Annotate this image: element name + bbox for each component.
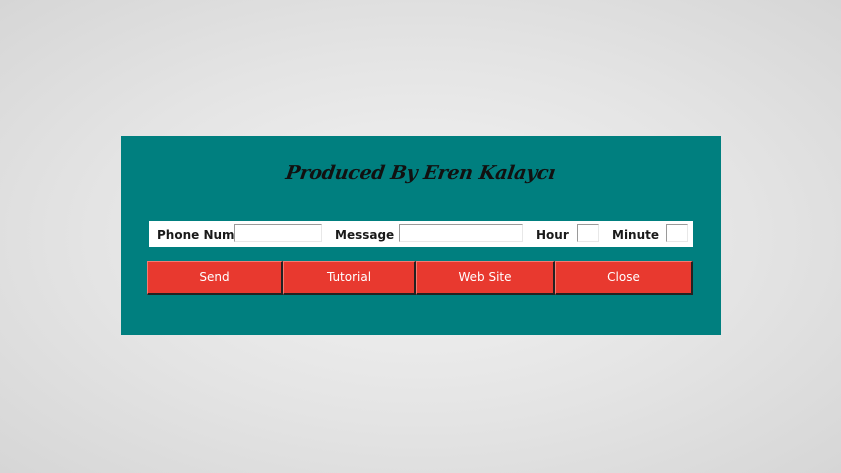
input-row: Phone Num Message Hour Minute xyxy=(149,221,693,247)
minute-input[interactable] xyxy=(666,224,688,242)
hour-input[interactable] xyxy=(577,224,599,242)
message-label: Message xyxy=(335,228,395,242)
web-site-button[interactable]: Web Site xyxy=(416,261,555,295)
phone-num-label: Phone Num xyxy=(157,228,235,242)
phone-num-input[interactable] xyxy=(234,224,322,242)
close-button[interactable]: Close xyxy=(555,261,693,295)
send-button[interactable]: Send xyxy=(147,261,283,295)
app-title: Produced By Eren Kalaycı xyxy=(284,162,557,184)
tutorial-button[interactable]: Tutorial xyxy=(283,261,416,295)
message-input[interactable] xyxy=(399,224,523,242)
hour-label: Hour xyxy=(536,228,569,242)
minute-label: Minute xyxy=(612,228,660,242)
